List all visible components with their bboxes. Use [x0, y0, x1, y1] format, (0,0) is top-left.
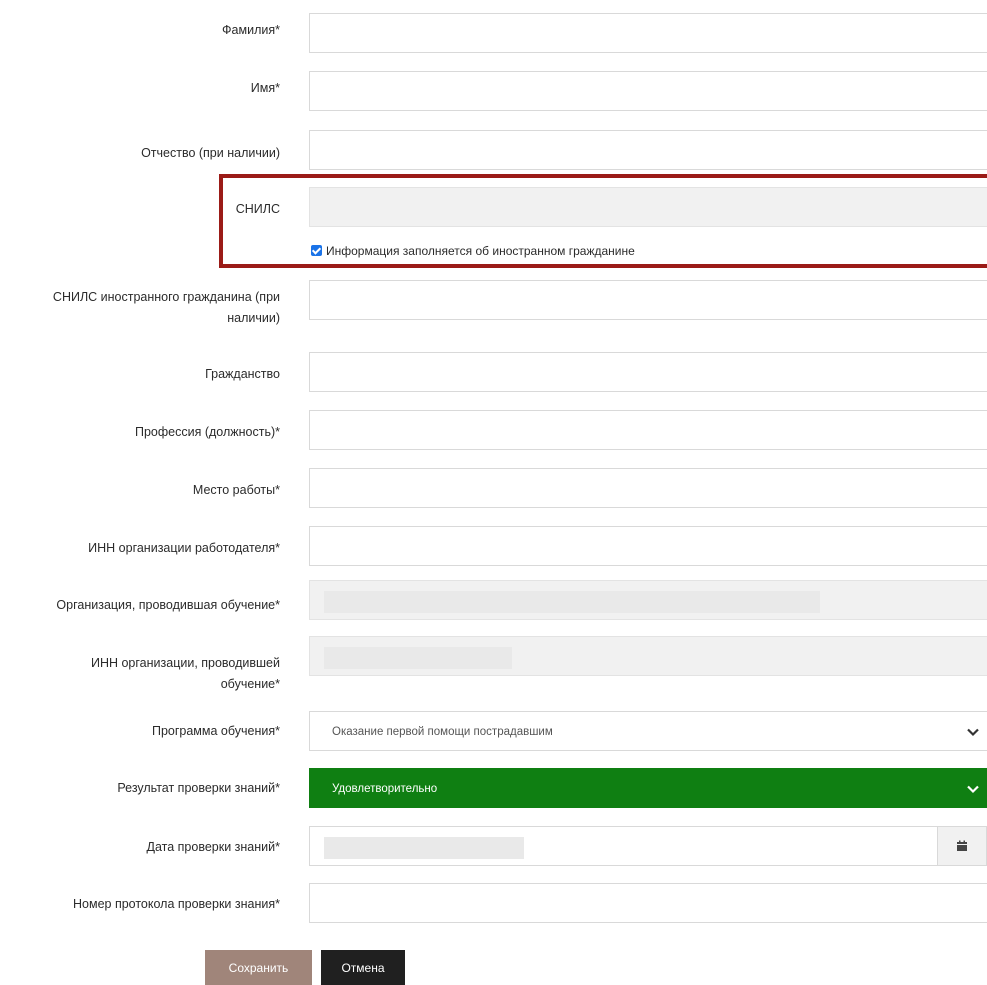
- check-date-label: Дата проверки знаний*: [146, 840, 280, 854]
- citizenship-label: Гражданство: [205, 367, 280, 381]
- result-label: Результат проверки знаний*: [117, 781, 280, 795]
- chevron-down-icon: [967, 728, 979, 737]
- chevron-down-icon: [967, 785, 979, 794]
- save-button[interactable]: Сохранить: [205, 950, 312, 985]
- cancel-button[interactable]: Отмена: [321, 950, 405, 985]
- result-select[interactable]: Удовлетворительно: [309, 768, 987, 808]
- result-selected-value: Удовлетворительно: [332, 783, 438, 795]
- training-org-input[interactable]: [309, 580, 987, 620]
- employer-inn-input[interactable]: [309, 526, 987, 566]
- program-selected-value: Оказание первой помощи пострадавшим: [332, 726, 553, 738]
- calendar-icon: [957, 840, 967, 851]
- profession-input[interactable]: [309, 410, 987, 450]
- citizenship-input[interactable]: [309, 352, 987, 392]
- check-date-input[interactable]: [309, 826, 987, 866]
- patronymic-label: Отчество (при наличии): [141, 146, 280, 160]
- name-input[interactable]: [309, 71, 987, 111]
- surname-input[interactable]: [309, 13, 987, 53]
- patronymic-input[interactable]: [309, 130, 987, 170]
- protocol-number-input[interactable]: [309, 883, 987, 923]
- workplace-label: Место работы*: [192, 483, 280, 497]
- redacted-value: [324, 591, 820, 613]
- name-label: Имя*: [250, 81, 280, 95]
- redacted-value: [324, 647, 512, 669]
- foreign-snils-input[interactable]: [309, 280, 987, 320]
- program-select[interactable]: Оказание первой помощи пострадавшим: [309, 711, 987, 751]
- training-org-label: Организация, проводившая обучение*: [56, 598, 280, 612]
- protocol-number-label: Номер протокола проверки знания*: [73, 897, 280, 911]
- training-record-form: Фамилия* Имя* Отчество (при наличии) СНИ…: [0, 0, 987, 985]
- foreign-snils-label-line2: наличии): [227, 311, 280, 325]
- snils-highlight-frame: [219, 174, 987, 268]
- employer-inn-label: ИНН организации работодателя*: [88, 541, 280, 555]
- surname-label: Фамилия*: [222, 23, 280, 37]
- training-org-inn-label-line2: обучение*: [220, 677, 280, 691]
- program-label: Программа обучения*: [151, 724, 280, 738]
- foreign-snils-label-line1: СНИЛС иностранного гражданина (при: [52, 290, 280, 304]
- workplace-input[interactable]: [309, 468, 987, 508]
- redacted-value: [324, 837, 524, 859]
- date-picker-button[interactable]: [937, 827, 986, 865]
- training-org-inn-input[interactable]: [309, 636, 987, 676]
- profession-label: Профессия (должность)*: [134, 425, 280, 439]
- training-org-inn-label-line1: ИНН организации, проводившей: [90, 656, 280, 670]
